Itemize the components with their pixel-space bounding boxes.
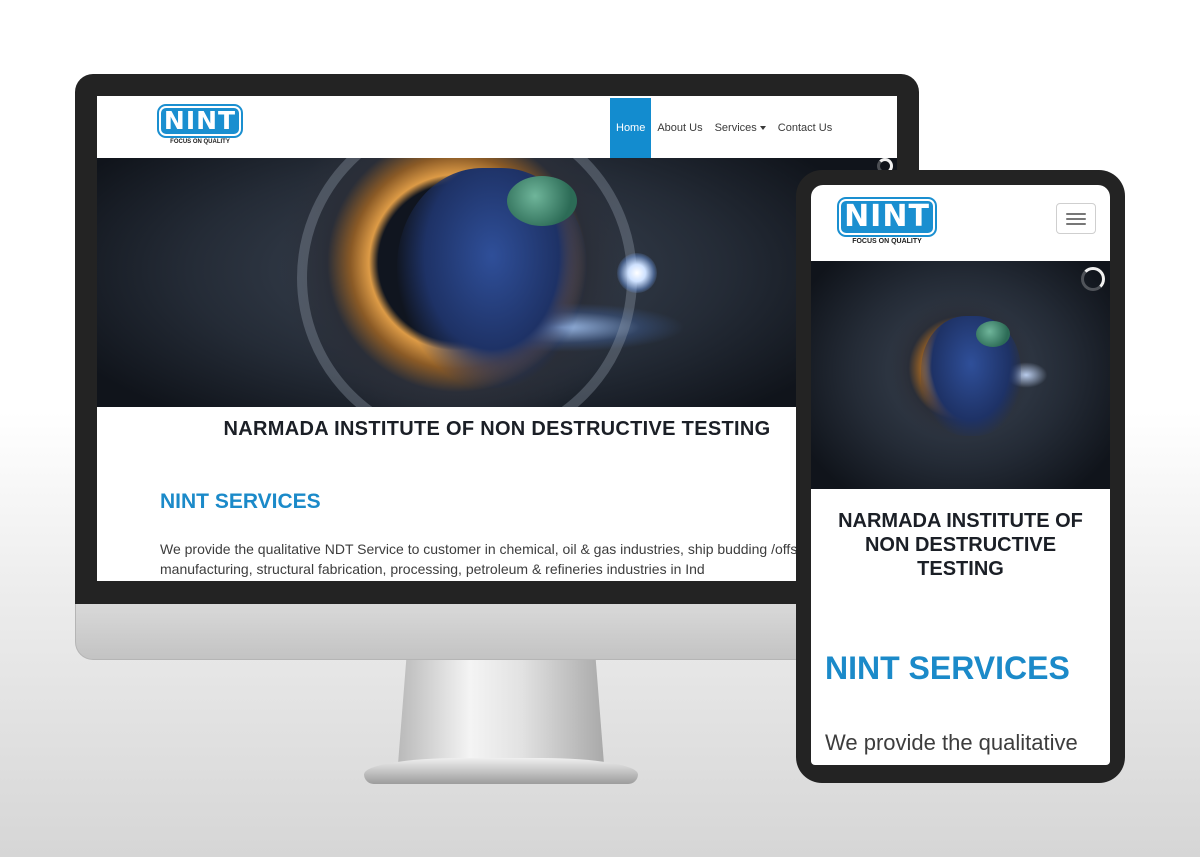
nav-item-home[interactable]: Home <box>610 98 652 158</box>
nav-item-label: About Us <box>657 122 703 134</box>
hero-welder-helmet <box>507 176 577 226</box>
desktop-main-nav: Home About Us Services Contact Us <box>610 98 838 158</box>
logo-wordmark: NINT <box>839 199 935 235</box>
menu-bar <box>1066 212 1086 215</box>
mobile-screen: NINT FOCUS ON QUALITY NARMADA INSTITUTE … <box>811 185 1110 765</box>
institute-title: NARMADA INSTITUTE OF NON DESTRUCTIVE TES… <box>223 418 771 440</box>
menu-bar <box>1066 222 1086 225</box>
nav-item-contact-us[interactable]: Contact Us <box>772 98 838 158</box>
logo-tagline: FOCUS ON QUALITY <box>852 238 922 245</box>
desktop-site-logo[interactable]: NINT FOCUS ON QUALITY <box>159 106 241 145</box>
hero-welding-spark <box>617 253 657 293</box>
caret-down-icon <box>759 126 766 130</box>
nav-item-about-us[interactable]: About Us <box>651 98 708 158</box>
services-heading: NINT SERVICES <box>160 490 321 513</box>
mobile-hero-image <box>811 261 1110 489</box>
loading-spinner-icon <box>1081 267 1105 291</box>
mobile-services-heading: NINT SERVICES <box>825 650 1070 686</box>
nav-item-services[interactable]: Services <box>709 98 772 158</box>
nav-item-label: Services <box>714 122 757 134</box>
logo-wordmark: NINT <box>159 106 241 136</box>
desktop-site-header: NINT FOCUS ON QUALITY Home About Us Serv… <box>97 96 897 158</box>
nav-item-label: Home <box>616 122 646 134</box>
nav-item-label: Contact Us <box>777 122 833 134</box>
desktop-screen: NINT FOCUS ON QUALITY Home About Us Serv… <box>97 96 897 581</box>
desktop-hero-image <box>97 158 897 407</box>
desktop-monitor-stand <box>398 660 604 764</box>
desktop-monitor-base <box>364 758 638 784</box>
logo-tagline: FOCUS ON QUALITY <box>170 139 230 145</box>
mobile-services-description: We provide the qualitative <box>825 730 1078 755</box>
desktop-monitor-chin <box>75 604 919 660</box>
menu-bar <box>1066 217 1086 220</box>
mobile-institute-title: NARMADA INSTITUTE OF NON DESTRUCTIVE TES… <box>838 510 1083 580</box>
mobile-site-logo[interactable]: NINT FOCUS ON QUALITY <box>839 199 935 245</box>
services-description: We provide the qualitative NDT Service t… <box>160 541 826 577</box>
hamburger-menu-icon[interactable] <box>1056 203 1096 234</box>
hero-welder-helmet <box>976 321 1010 347</box>
